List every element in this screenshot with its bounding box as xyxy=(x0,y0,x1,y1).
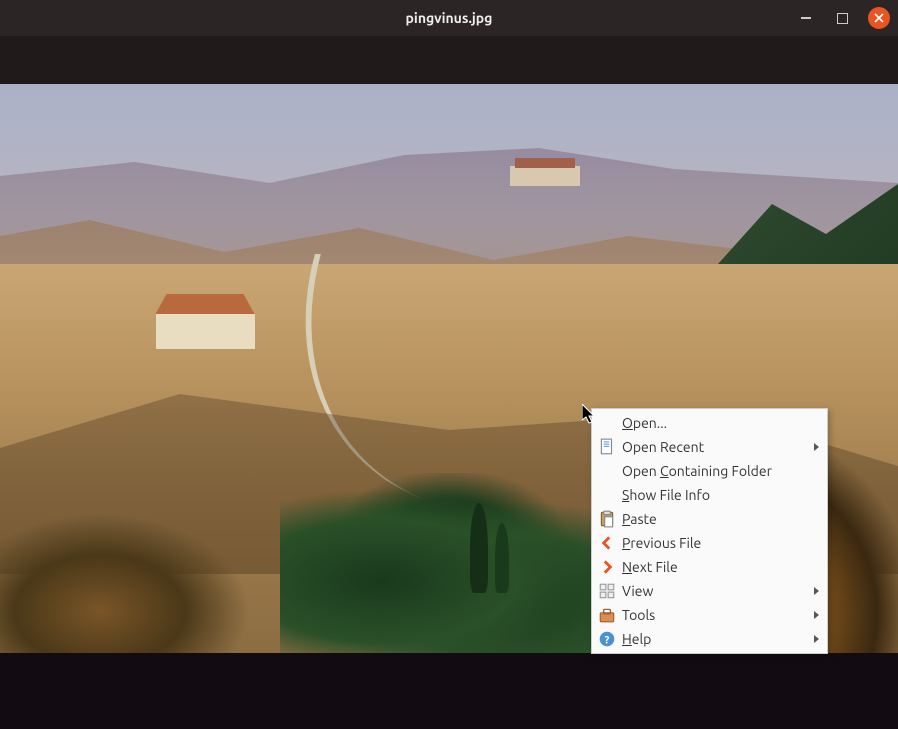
menu-label: Open Recent xyxy=(622,439,814,455)
menu-item-open-containing-folder[interactable]: Open Containing Folder xyxy=(592,459,827,483)
submenu-arrow-icon xyxy=(814,587,819,595)
grid-icon xyxy=(598,582,616,600)
menu-label: Open Containing Folder xyxy=(622,463,819,479)
help-icon: ? xyxy=(598,630,616,648)
window-controls xyxy=(796,0,890,36)
menu-item-tools[interactable]: Tools xyxy=(592,603,827,627)
menu-item-open[interactable]: Open... xyxy=(592,411,827,435)
chevron-right-icon xyxy=(598,558,616,576)
titlebar[interactable]: pingvinus.jpg xyxy=(0,0,898,36)
context-menu: Open... Open Recent Open Containing Fold… xyxy=(591,408,828,654)
menu-label: Previous File xyxy=(622,535,819,551)
menu-item-view[interactable]: View xyxy=(592,579,827,603)
menu-label: Open... xyxy=(622,415,819,431)
menu-item-help[interactable]: ? Help xyxy=(592,627,827,651)
blank-icon xyxy=(598,462,616,480)
submenu-arrow-icon xyxy=(814,611,819,619)
window-title: pingvinus.jpg xyxy=(406,10,493,26)
chevron-left-icon xyxy=(598,534,616,552)
menu-label: Next File xyxy=(622,559,819,575)
menu-item-paste[interactable]: Paste xyxy=(592,507,827,531)
menu-item-previous-file[interactable]: Previous File xyxy=(592,531,827,555)
close-icon xyxy=(874,13,884,23)
toolbar-area xyxy=(0,36,898,84)
menu-label: Help xyxy=(622,631,814,647)
blank-icon xyxy=(598,486,616,504)
menu-item-open-recent[interactable]: Open Recent xyxy=(592,435,827,459)
bottom-bar xyxy=(0,653,898,729)
paste-icon xyxy=(598,510,616,528)
menu-label: Tools xyxy=(622,607,814,623)
menu-label: Paste xyxy=(622,511,819,527)
menu-item-show-file-info[interactable]: Show File Info xyxy=(592,483,827,507)
blank-icon xyxy=(598,414,616,432)
document-icon xyxy=(598,438,616,456)
menu-item-next-file[interactable]: Next File xyxy=(592,555,827,579)
minimize-button[interactable] xyxy=(796,8,816,28)
submenu-arrow-icon xyxy=(814,443,819,451)
svg-text:?: ? xyxy=(605,635,610,647)
menu-label: Show File Info xyxy=(622,487,819,503)
submenu-arrow-icon xyxy=(814,635,819,643)
maximize-button[interactable] xyxy=(832,8,852,28)
toolbox-icon xyxy=(598,606,616,624)
close-button[interactable] xyxy=(868,7,890,29)
menu-label: View xyxy=(622,583,814,599)
